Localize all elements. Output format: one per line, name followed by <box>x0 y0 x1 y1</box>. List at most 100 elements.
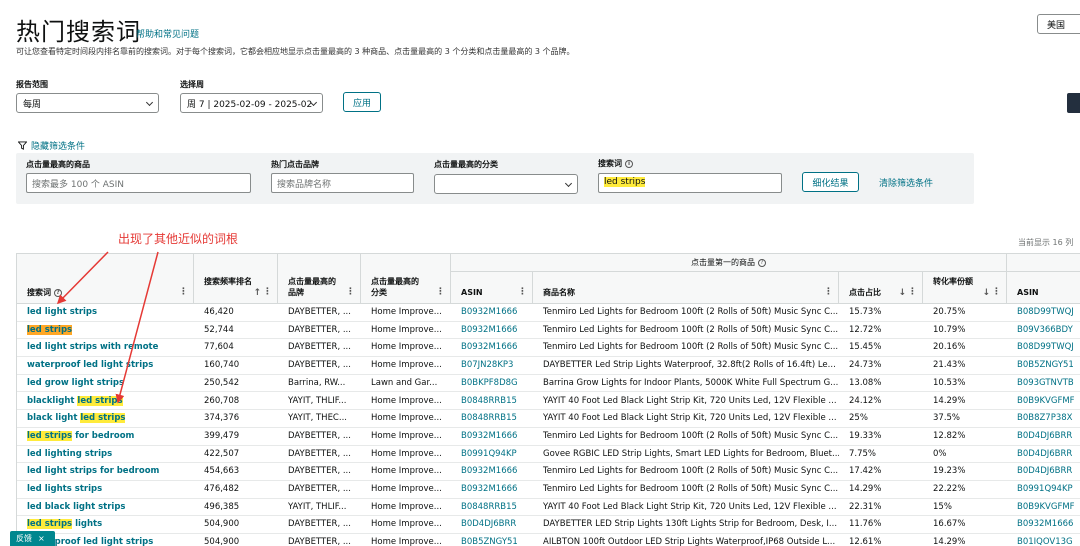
report-range-select[interactable]: 每周 <box>16 93 159 113</box>
cell-asin[interactable]: B0D4DJ6BRR <box>451 516 533 534</box>
cell-asin2[interactable]: B0B9KVGFMF <box>1007 393 1080 411</box>
cell-rank: 374,376 <box>204 413 240 424</box>
search-term-input[interactable]: led strips <box>598 173 782 193</box>
search-term-link[interactable]: led grow light strips <box>17 375 194 393</box>
search-term-link[interactable]: waterproof led light strips <box>17 357 194 375</box>
cell-asin[interactable]: B0932M1666 <box>451 428 533 446</box>
column-menu-icon[interactable]: ⋮ <box>824 287 833 298</box>
week-select[interactable]: 周 7 | 2025-02-09 - 2025-02 <box>180 93 323 113</box>
search-term-link[interactable]: black light led strips <box>17 410 194 428</box>
search-term-link[interactable]: led lights strips <box>17 481 194 499</box>
cell-asin[interactable]: B0932M1666 <box>451 463 533 481</box>
cell-asin2[interactable]: B0D4DJ6BRR <box>1007 428 1080 446</box>
header-brand[interactable]: 点击量最高的品牌 ⋮ <box>278 254 361 304</box>
header-term[interactable]: 搜索词? ⋮ <box>17 254 194 304</box>
table-row: led strips for bedroom 399,479 DAYBETTER, … <box>17 428 1080 446</box>
feedback-tab[interactable]: 反馈 × <box>10 531 55 546</box>
header-group-label: 点击量第一的商品 <box>691 258 755 267</box>
cell-asin[interactable]: B0848RRB15 <box>451 410 533 428</box>
cell-asin2[interactable]: B0932M1666 <box>1007 516 1080 534</box>
sort-down-icon[interactable]: ↓ <box>982 288 990 299</box>
column-menu-icon[interactable]: ⋮ <box>436 287 445 298</box>
search-term-link[interactable]: led light strips <box>17 304 194 322</box>
cell-asin[interactable]: B0932M1666 <box>451 481 533 499</box>
column-menu-icon[interactable]: ⋮ <box>518 287 527 298</box>
search-term-link[interactable]: led light strips for bedroom <box>17 463 194 481</box>
cell-asin2[interactable]: B0D4DJ6BRR <box>1007 463 1080 481</box>
info-icon[interactable]: ? <box>758 258 766 267</box>
search-term-link[interactable]: led strips for bedroom <box>17 428 194 446</box>
product-asin-input[interactable]: 搜索最多 100 个 ASIN <box>26 173 251 193</box>
page-subtitle: 可让您查看特定时间段内排名靠前的搜索词。对于每个搜索词，它都会相应地显示点击量最… <box>16 47 575 56</box>
cell-click: 15.45% <box>849 342 882 353</box>
term-text: led light strips <box>27 307 98 317</box>
cell-asin[interactable]: B0932M1666 <box>451 339 533 357</box>
cell-asin[interactable]: B0932M1666 <box>451 304 533 322</box>
cell-asin2[interactable]: B09V366BDY <box>1007 322 1080 340</box>
header-click-share[interactable]: 点击占比 ↓ ⋮ <box>839 272 923 304</box>
cell-asin[interactable]: B0991Q94KP <box>451 446 533 464</box>
search-term-link[interactable]: led lighting strips <box>17 446 194 464</box>
cell-conv: 22.22% <box>933 484 966 494</box>
region-select[interactable]: 美国 <box>1037 14 1080 34</box>
column-menu-icon[interactable]: ⋮ <box>346 287 355 298</box>
side-panel-tab[interactable] <box>1067 93 1080 113</box>
header-category[interactable]: 点击量最高的分类 ⋮ <box>361 254 451 304</box>
cell-category: Home Improve... <box>371 395 442 406</box>
search-term-link[interactable]: blacklight led strips <box>17 393 194 411</box>
column-menu-icon[interactable]: ⋮ <box>263 287 272 298</box>
cell-asin2[interactable]: B0B8Z7P38X <box>1007 410 1080 428</box>
cell-asin2[interactable]: B08D99TWQJ <box>1007 304 1080 322</box>
cell-category: Lawn and Gar... <box>371 377 438 388</box>
cell-rank: 504,900 <box>204 537 240 546</box>
header-click-share-label: 点击占比 <box>849 288 881 297</box>
info-icon[interactable]: ? <box>54 288 62 297</box>
red-annotation: 出现了其他近似的词根 <box>118 232 239 246</box>
refine-results-button[interactable]: 细化结果 <box>802 172 859 192</box>
table-row: led light strips for bedroom 454,663 DAYBE… <box>17 463 1080 481</box>
search-term-link[interactable]: led light strips with remote <box>17 339 194 357</box>
info-icon[interactable]: i <box>625 159 633 168</box>
header-rank[interactable]: 搜索频率排名 ↑ ⋮ <box>194 254 278 304</box>
header-rank-label: 搜索频率排名 <box>204 277 252 286</box>
cell-conv: 20.75% <box>933 307 966 317</box>
cell-asin2[interactable]: B0B9KVGFMF <box>1007 499 1080 517</box>
header-asin[interactable]: ASIN ⋮ <box>451 272 533 304</box>
hide-filters-toggle[interactable]: 隐藏筛选条件 <box>18 139 85 152</box>
cell-asin2[interactable]: B01IQOV13G <box>1007 534 1080 546</box>
cell-asin2[interactable]: B0991Q94KP <box>1007 481 1080 499</box>
cell-asin2[interactable]: B0B5ZNGY51 <box>1007 357 1080 375</box>
column-menu-icon[interactable]: ⋮ <box>179 287 188 298</box>
brand-input[interactable]: 搜索品牌名称 <box>271 173 414 193</box>
cell-asin[interactable]: B0848RRB15 <box>451 393 533 411</box>
cell-rank: 399,479 <box>204 430 240 441</box>
cell-asin[interactable]: B0932M1666 <box>451 322 533 340</box>
sort-up-icon[interactable]: ↑ <box>253 288 261 299</box>
column-menu-icon[interactable]: ⋮ <box>908 287 917 298</box>
clear-filters-link[interactable]: 清除筛选条件 <box>879 176 933 189</box>
header-asin-2[interactable]: ASIN <box>1007 272 1080 304</box>
column-menu-icon[interactable]: ⋮ <box>992 287 1001 298</box>
cell-asin[interactable]: B0BKPF8D8G <box>451 375 533 393</box>
close-icon[interactable]: × <box>38 534 45 543</box>
category-select[interactable] <box>434 174 578 194</box>
cell-rank: 260,708 <box>204 395 240 406</box>
cell-product: Tenmiro Led Lights for Bedroom 100ft (2 … <box>543 466 839 477</box>
header-product-label: 商品名称 <box>543 288 575 297</box>
cell-asin[interactable]: B07JN28KP3 <box>451 357 533 375</box>
term-highlight: led strips <box>27 519 73 530</box>
header-asin-2-label: ASIN <box>1017 288 1039 297</box>
cell-asin2[interactable]: B08D99TWQJ <box>1007 339 1080 357</box>
cell-asin2[interactable]: B093GTNVTB <box>1007 375 1080 393</box>
cell-asin2[interactable]: B0D4DJ6BRR <box>1007 446 1080 464</box>
search-term-link[interactable]: led strips <box>17 322 194 340</box>
header-product[interactable]: 商品名称 ⋮ <box>533 272 839 304</box>
sort-down-icon[interactable]: ↓ <box>898 288 906 299</box>
help-link[interactable]: 帮助和常见问题 <box>136 27 199 40</box>
apply-button[interactable]: 应用 <box>343 92 381 112</box>
cell-asin[interactable]: B0B5ZNGY51 <box>451 534 533 546</box>
term-highlight: led strips <box>27 324 73 335</box>
header-conversion[interactable]: 转化率份额 ↓ ⋮ <box>923 272 1007 304</box>
cell-asin[interactable]: B0848RRB15 <box>451 499 533 517</box>
search-term-link[interactable]: led black light strips <box>17 499 194 517</box>
